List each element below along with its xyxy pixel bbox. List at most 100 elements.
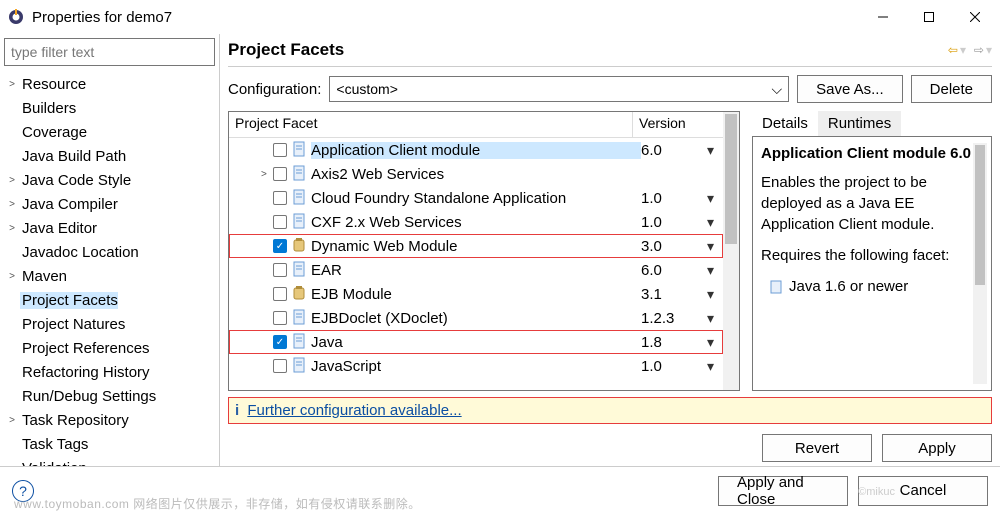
table-scrollbar[interactable] <box>723 112 739 390</box>
version-dropdown-icon[interactable]: ▾ <box>707 286 723 303</box>
close-button[interactable] <box>952 1 998 33</box>
version-dropdown-icon[interactable]: ▾ <box>707 214 723 231</box>
facet-row[interactable]: > Axis2 Web Services <box>229 162 723 186</box>
facet-row[interactable]: Cloud Foundry Standalone Application1.0▾ <box>229 186 723 210</box>
watermark: www.toymoban.com 网络图片仅供展示，非存储，如有侵权请联系删除。 <box>14 495 421 512</box>
filter-input[interactable]: type filter text <box>4 38 215 66</box>
details-scrollbar[interactable] <box>973 143 987 384</box>
facet-name: EAR <box>311 262 641 279</box>
sidebar-item-validation[interactable]: Validation <box>0 456 219 466</box>
further-config-bar: i Further configuration available... <box>228 397 992 424</box>
sidebar-item-task-tags[interactable]: Task Tags <box>0 432 219 456</box>
facet-checkbox[interactable] <box>273 359 287 373</box>
facet-version: 6.0 <box>641 142 707 159</box>
version-dropdown-icon[interactable]: ▾ <box>707 238 723 255</box>
facet-checkbox[interactable] <box>273 167 287 181</box>
expander-icon: > <box>261 169 273 180</box>
facet-version: 1.0 <box>641 358 707 375</box>
info-icon: i <box>235 402 239 419</box>
details-title: Application Client module 6.0 <box>761 143 973 164</box>
facet-checkbox[interactable] <box>273 287 287 301</box>
facet-icon <box>291 213 311 232</box>
version-dropdown-icon[interactable]: ▾ <box>707 334 723 351</box>
sidebar-item-java-build-path[interactable]: Java Build Path <box>0 144 219 168</box>
facet-name: Application Client module <box>311 142 641 159</box>
sidebar-item-project-facets[interactable]: Project Facets <box>0 288 219 312</box>
delete-button[interactable]: Delete <box>911 75 992 103</box>
watermark-credit: ©mikuc <box>858 486 895 498</box>
sidebar-item-javadoc-location[interactable]: Javadoc Location <box>0 240 219 264</box>
further-config-link[interactable]: Further configuration available... <box>247 402 461 419</box>
tab-runtimes[interactable]: Runtimes <box>818 111 901 136</box>
facet-name: EJB Module <box>311 286 641 303</box>
sidebar-item-builders[interactable]: Builders <box>0 96 219 120</box>
facets-table[interactable]: Project Facet Version Application Client… <box>228 111 740 391</box>
nav-arrows[interactable]: ⇦▾ ⇨▾ <box>948 42 992 58</box>
facet-name: JavaScript <box>311 358 641 375</box>
save-as-button[interactable]: Save As... <box>797 75 903 103</box>
category-tree[interactable]: >ResourceBuildersCoverageJava Build Path… <box>0 70 219 466</box>
facet-icon <box>291 141 311 160</box>
configuration-label: Configuration: <box>228 81 321 98</box>
facet-name: Cloud Foundry Standalone Application <box>311 190 641 207</box>
version-dropdown-icon[interactable]: ▾ <box>707 358 723 375</box>
facet-row[interactable]: EJBDoclet (XDoclet)1.2.3▾ <box>229 306 723 330</box>
table-header: Project Facet Version <box>229 112 723 138</box>
sidebar-item-java-editor[interactable]: >Java Editor <box>0 216 219 240</box>
facet-name: Axis2 Web Services <box>311 166 641 183</box>
facet-row[interactable]: Java1.8▾ <box>229 330 723 354</box>
sidebar-item-coverage[interactable]: Coverage <box>0 120 219 144</box>
sidebar-item-java-code-style[interactable]: >Java Code Style <box>0 168 219 192</box>
sidebar-item-refactoring-history[interactable]: Refactoring History <box>0 360 219 384</box>
facet-version: 3.0 <box>641 238 707 255</box>
facet-icon <box>291 333 311 352</box>
configuration-select[interactable]: <custom> ⌵ <box>329 76 789 102</box>
facet-icon <box>291 285 311 304</box>
facet-checkbox[interactable] <box>273 311 287 325</box>
apply-button[interactable]: Apply <box>882 434 992 462</box>
facet-row[interactable]: JavaScript1.0▾ <box>229 354 723 378</box>
facet-version: 1.0 <box>641 190 707 207</box>
facet-row[interactable]: EAR6.0▾ <box>229 258 723 282</box>
facet-icon <box>291 357 311 376</box>
facet-checkbox[interactable] <box>273 239 287 253</box>
facet-name: Dynamic Web Module <box>311 238 641 255</box>
expander-icon: > <box>4 271 20 282</box>
facet-checkbox[interactable] <box>273 143 287 157</box>
facet-version: 1.8 <box>641 334 707 351</box>
facet-row[interactable]: Application Client module6.0▾ <box>229 138 723 162</box>
facet-row[interactable]: EJB Module3.1▾ <box>229 282 723 306</box>
facet-name: CXF 2.x Web Services <box>311 214 641 231</box>
app-icon <box>8 9 24 25</box>
page-icon <box>769 280 783 294</box>
sidebar-item-project-natures[interactable]: Project Natures <box>0 312 219 336</box>
revert-button[interactable]: Revert <box>762 434 872 462</box>
facet-checkbox[interactable] <box>273 191 287 205</box>
minimize-button[interactable] <box>860 1 906 33</box>
tab-details[interactable]: Details <box>752 111 818 136</box>
facet-checkbox[interactable] <box>273 215 287 229</box>
facet-icon <box>291 261 311 280</box>
expander-icon: > <box>4 415 20 426</box>
sidebar-item-run-debug-settings[interactable]: Run/Debug Settings <box>0 384 219 408</box>
sidebar-item-task-repository[interactable]: >Task Repository <box>0 408 219 432</box>
facet-row[interactable]: CXF 2.x Web Services1.0▾ <box>229 210 723 234</box>
sidebar-item-resource[interactable]: >Resource <box>0 72 219 96</box>
apply-and-close-button[interactable]: Apply and Close <box>718 476 848 506</box>
title-bar: Properties for demo7 <box>0 0 1000 34</box>
facet-checkbox[interactable] <box>273 335 287 349</box>
maximize-button[interactable] <box>906 1 952 33</box>
window-title: Properties for demo7 <box>32 9 860 26</box>
sidebar-item-maven[interactable]: >Maven <box>0 264 219 288</box>
version-dropdown-icon[interactable]: ▾ <box>707 190 723 207</box>
version-dropdown-icon[interactable]: ▾ <box>707 310 723 327</box>
sidebar-item-project-references[interactable]: Project References <box>0 336 219 360</box>
details-description: Enables the project to be deployed as a … <box>761 172 973 235</box>
version-dropdown-icon[interactable]: ▾ <box>707 262 723 279</box>
details-requires-label: Requires the following facet: <box>761 245 973 266</box>
facet-row[interactable]: Dynamic Web Module3.0▾ <box>229 234 723 258</box>
expander-icon: > <box>4 79 20 90</box>
facet-checkbox[interactable] <box>273 263 287 277</box>
version-dropdown-icon[interactable]: ▾ <box>707 142 723 159</box>
sidebar-item-java-compiler[interactable]: >Java Compiler <box>0 192 219 216</box>
